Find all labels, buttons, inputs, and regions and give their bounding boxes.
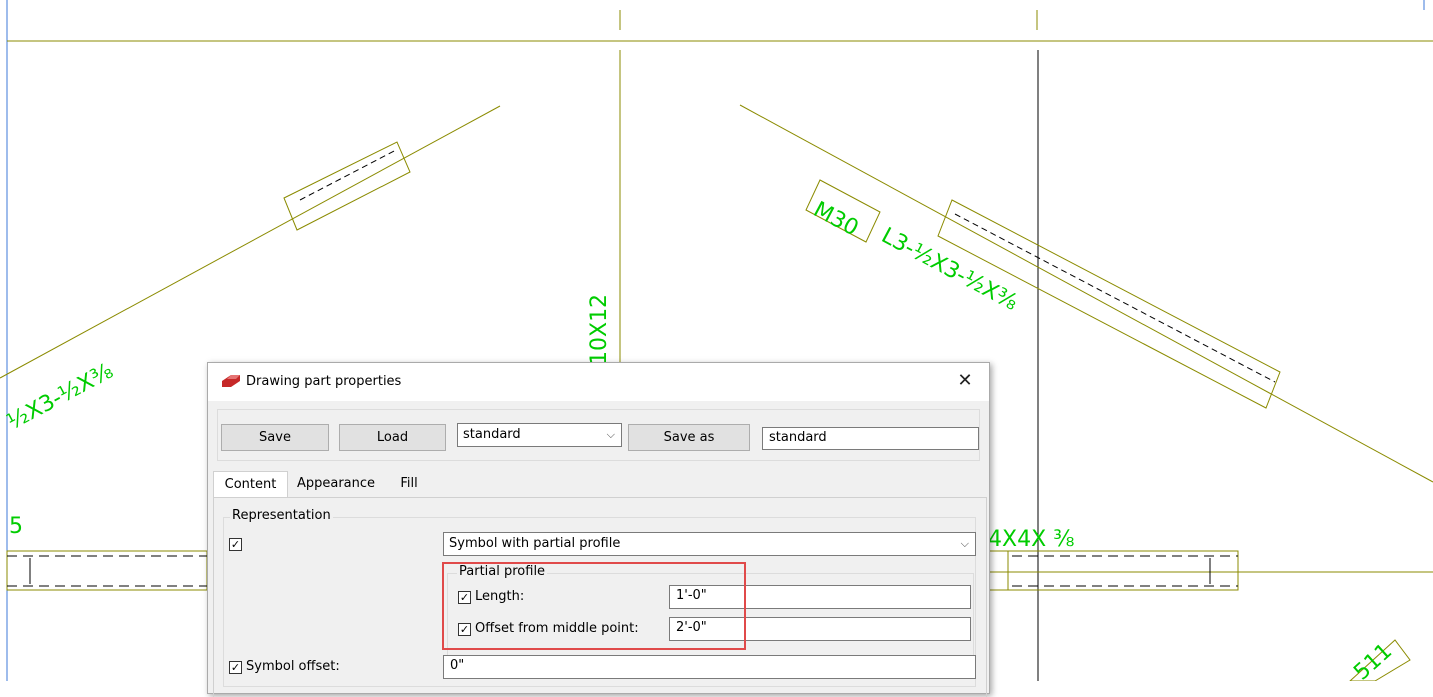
load-button[interactable]: Load	[339, 424, 446, 451]
save-as-button[interactable]: Save as	[628, 424, 750, 451]
chevron-down-icon: ⌵	[960, 537, 969, 550]
tekla-icon	[222, 375, 240, 387]
drawing-part-properties-dialog: Drawing part properties ✕ Save Load stan…	[207, 362, 990, 697]
load-settings-select[interactable]: standard ⌵	[457, 423, 622, 447]
dialog-title: Drawing part properties	[246, 374, 402, 389]
tab-fill[interactable]: Fill	[384, 471, 434, 497]
save-button[interactable]: Save	[221, 424, 329, 451]
representation-label: Representation	[230, 508, 333, 523]
beam-label-left: 5	[9, 514, 23, 539]
beam-profile-label-right: 4X4X ⅜	[988, 527, 1074, 552]
vertical-profile-label: 10X12	[587, 294, 612, 365]
representation-value: Symbol with partial profile	[449, 536, 621, 551]
symbol-offset-input[interactable]: 0"	[443, 655, 976, 679]
load-settings-value: standard	[463, 427, 521, 442]
close-icon[interactable]: ✕	[951, 367, 979, 395]
representation-select[interactable]: Symbol with partial profile ⌵	[443, 532, 976, 556]
dialog-titlebar[interactable]: Drawing part properties ✕	[208, 363, 989, 401]
partial-profile-highlight	[442, 562, 746, 650]
save-as-name-input[interactable]: standard	[762, 427, 979, 450]
settings-toolbar: Save Load standard ⌵ Save as standard	[217, 409, 980, 461]
representation-checkbox[interactable]: ✓	[229, 538, 242, 551]
tab-appearance[interactable]: Appearance	[288, 471, 384, 497]
chevron-down-icon: ⌵	[606, 428, 615, 441]
symbol-offset-checkbox[interactable]: ✓	[229, 661, 242, 674]
tab-content[interactable]: Content	[213, 471, 288, 497]
symbol-offset-label: Symbol offset:	[246, 659, 340, 674]
